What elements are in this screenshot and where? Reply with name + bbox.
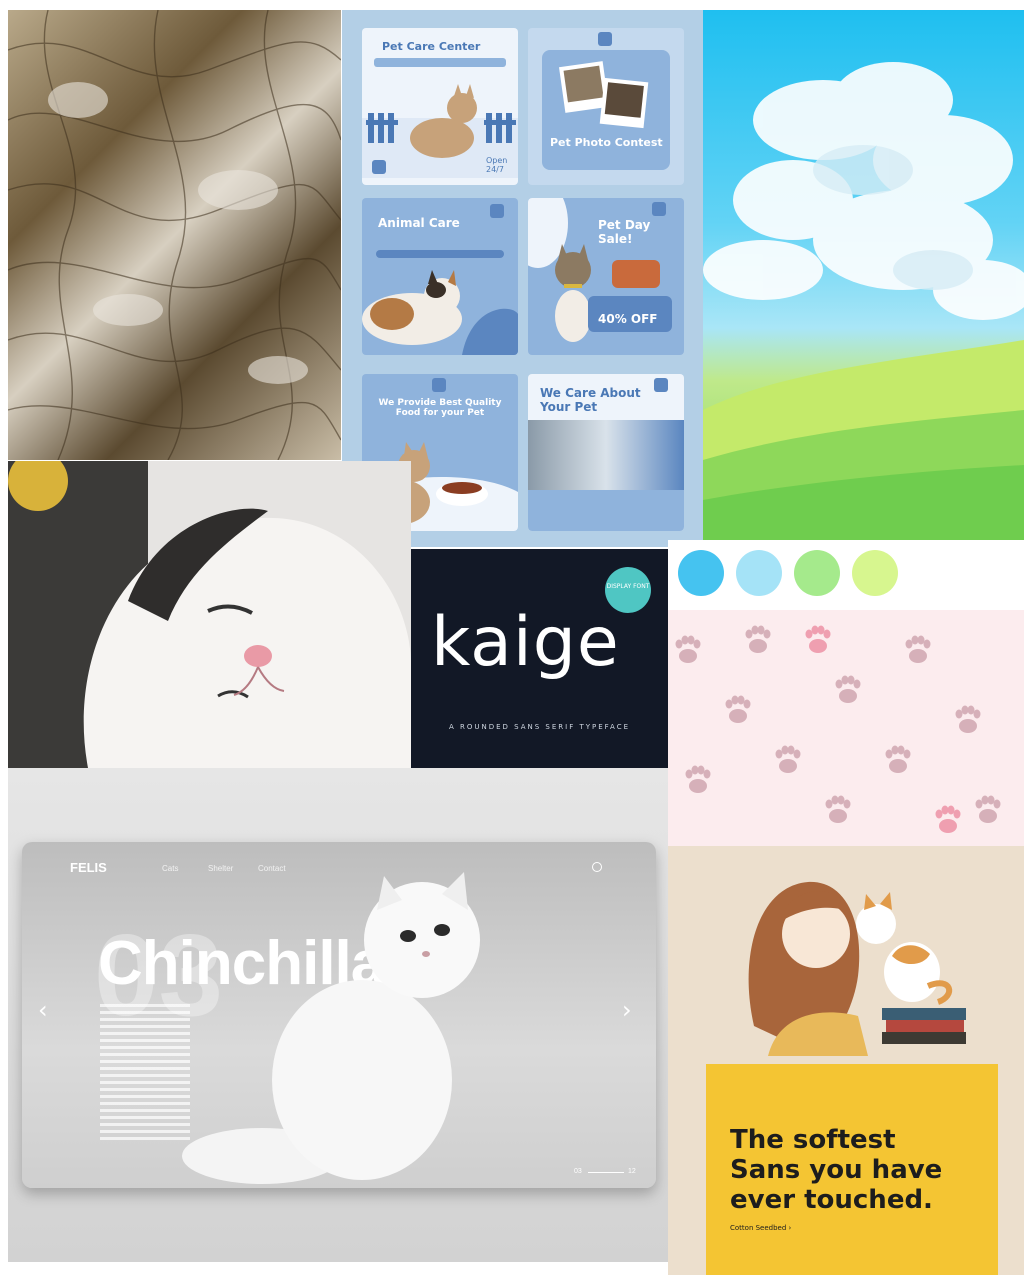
softest-link[interactable]: Cotton Seedbed › (730, 1224, 791, 1232)
headline-line-2: Sans you have (730, 1155, 943, 1185)
card-title: Animal Care (378, 216, 460, 230)
swatch-3 (794, 550, 840, 596)
hair-strands-illustration (8, 10, 341, 460)
headline-line-1: The softest (730, 1125, 896, 1155)
card-title: We Care About Your Pet (540, 386, 641, 414)
page-current: 03 (574, 1168, 582, 1175)
badge-text: DISPLAY FONT (606, 583, 650, 590)
paw-logo-icon (598, 32, 612, 46)
card-title: Pet Day Sale! (598, 218, 651, 246)
pet-care-center-card: Pet Care Center Open 24/7 (362, 28, 518, 185)
paw-logo-icon (432, 378, 446, 392)
animal-care-card: Animal Care (362, 198, 518, 355)
brand-logo[interactable]: FELIS (70, 860, 107, 875)
discount-text: 40% OFF (598, 312, 658, 326)
softest-sans-card: The softest Sans you have ever touched. … (706, 1064, 998, 1275)
color-palette-swatches (668, 540, 1024, 606)
sleepy-cat-photo (8, 461, 411, 768)
card-title: We Provide Best Quality Food for your Pe… (378, 398, 502, 418)
cat-face-illustration (8, 461, 411, 768)
card-banner (374, 58, 506, 67)
hair-texture-image (8, 10, 341, 460)
headline-line-3: ever touched. (730, 1185, 933, 1215)
persian-cat-image (182, 872, 480, 1184)
we-care-card: We Care About Your Pet (528, 374, 684, 531)
paw-logo-icon (372, 160, 386, 174)
social-icons[interactable] (596, 892, 602, 932)
pager-line (588, 1172, 624, 1173)
paw-print-pattern (668, 610, 1024, 846)
calico-cat-illustration (362, 270, 518, 355)
sky-painting-image (703, 10, 1024, 540)
tag-pills (376, 250, 504, 258)
page-total: 12 (628, 1168, 636, 1175)
girl-and-cat-drawing (748, 881, 966, 1056)
kaige-subtitle: A ROUNDED SANS SERIF TYPEFACE (448, 723, 631, 731)
card-title: Pet Care Center (382, 40, 481, 53)
swatch-1 (678, 550, 724, 596)
kaige-word: kaige (431, 603, 620, 682)
bottom-wave (528, 490, 684, 531)
clouds-and-hills-illustration (703, 62, 1024, 540)
paw-logo-icon (654, 378, 668, 392)
girl-and-cat-illustration: The softest Sans you have ever touched. … (668, 846, 1024, 1275)
vet-clinic-photo (528, 420, 684, 490)
felis-website-card: FELIS Cats Shelter Contact 03 Chinchilla… (22, 842, 656, 1188)
prev-arrow[interactable]: ‹ (38, 996, 48, 1024)
paw-logo-icon (490, 204, 504, 218)
paw-logo-icon (652, 202, 666, 216)
paw-prints-illustration (675, 625, 1001, 833)
search-icon[interactable] (592, 862, 602, 872)
polaroid-photo-2 (599, 77, 649, 129)
next-arrow[interactable]: › (622, 996, 632, 1024)
pet-day-sale-card: Pet Day Sale! 40% OFF (528, 198, 684, 355)
felis-web-design: FELIS Cats Shelter Contact 03 Chinchilla… (8, 768, 668, 1262)
food-can-image (612, 260, 660, 288)
card-title: Pet Photo Contest (550, 136, 663, 149)
kaige-typeface-card: DISPLAY FONT kaige A ROUNDED SANS SERIF … (411, 549, 668, 768)
swatch-2 (736, 550, 782, 596)
open-hours-text: Open 24/7 (486, 156, 508, 174)
swatch-4 (852, 550, 898, 596)
pet-photo-contest-card: Pet Photo Contest (528, 28, 684, 185)
